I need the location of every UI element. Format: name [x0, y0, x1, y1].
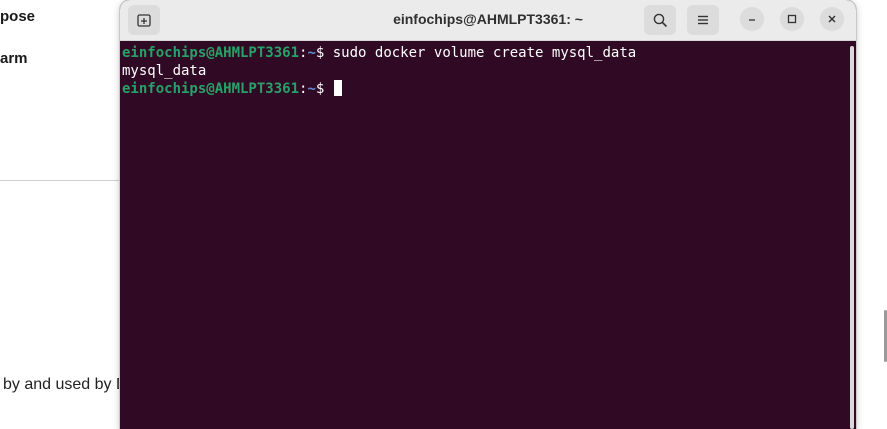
close-button[interactable] [820, 7, 844, 31]
terminal-scrollbar[interactable] [850, 46, 854, 429]
minimize-button[interactable] [740, 7, 764, 31]
terminal-line: einfochips@AHMLPT3361:~$ sudo docker vol… [122, 44, 850, 62]
hamburger-menu-icon [698, 15, 708, 25]
background-heading-2: arm [0, 50, 28, 67]
command-text: sudo docker volume create mysql_data [332, 45, 637, 61]
terminal-output-area[interactable]: einfochips@AHMLPT3361:~$ sudo docker vol… [120, 41, 850, 429]
minimize-icon [749, 19, 755, 21]
prompt-symbol: $ [315, 45, 333, 61]
close-icon [828, 15, 836, 23]
terminal-titlebar[interactable]: einfochips@AHMLPT3361: ~ [120, 0, 856, 41]
background-text-fragment: by and used by D [3, 376, 128, 393]
terminal-window[interactable]: einfochips@AHMLPT3361: ~ einfochips@AHML… [120, 0, 856, 429]
prompt-symbol: $ [315, 81, 333, 97]
prompt-user: einfochips@AHMLPT3361 [122, 45, 300, 61]
output-text: mysql_data [122, 63, 207, 79]
prompt-path: ~ [307, 81, 316, 97]
menu-button[interactable] [687, 5, 719, 35]
terminal-line: einfochips@AHMLPT3361:~$ [122, 80, 850, 98]
background-heading-1: pose [0, 8, 36, 25]
background-divider [0, 180, 122, 181]
maximize-button[interactable] [780, 7, 804, 31]
prompt-path: ~ [307, 45, 316, 61]
search-button[interactable] [644, 5, 676, 35]
maximize-icon [787, 14, 797, 24]
terminal-line: mysql_data [122, 62, 850, 80]
prompt-user: einfochips@AHMLPT3361 [122, 81, 300, 97]
search-icon [653, 13, 667, 27]
text-cursor [333, 80, 342, 96]
